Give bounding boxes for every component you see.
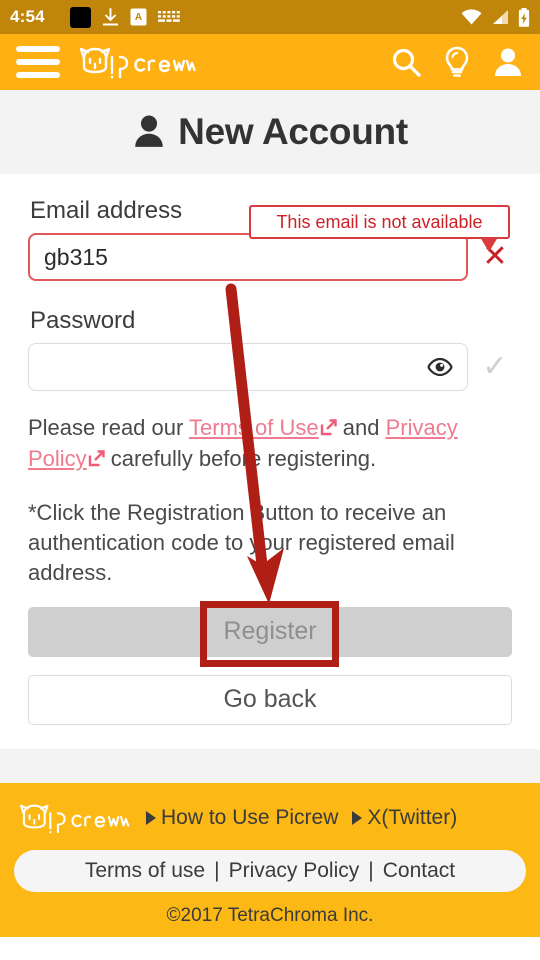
screenshot-a-icon: A (130, 8, 147, 26)
footer-link-label: X(Twitter) (367, 805, 458, 829)
email-error-tooltip: This email is not available (249, 205, 510, 252)
status-bar-left: 4:54 A (10, 6, 461, 28)
password-label: Password (30, 307, 136, 334)
picrew-logo[interactable] (74, 44, 198, 80)
grey-divider-band (0, 748, 540, 783)
person-icon[interactable] (492, 46, 524, 78)
status-bar: 4:54 A (0, 0, 540, 34)
cellular-signal-icon (493, 10, 508, 24)
register-button[interactable]: Register (28, 606, 512, 657)
footer-separator: | (214, 858, 220, 882)
footer-link-twitter[interactable]: X(Twitter) (352, 806, 457, 830)
password-input[interactable] (28, 343, 468, 391)
battery-charging-icon (518, 7, 530, 27)
footer-link-row: How to Use Picrew X(Twitter) (14, 801, 526, 835)
copyright-text: ©2017 TetraChroma Inc. (166, 904, 374, 926)
footer-terms-of-use-link[interactable]: Terms of use (85, 859, 205, 883)
download-icon (102, 7, 118, 25)
page-title-band: New Account (0, 90, 540, 175)
terms-paragraph: Please read our Terms of Use and Privacy… (28, 413, 512, 476)
eye-icon[interactable] (427, 358, 453, 376)
email-input[interactable]: gb315 (28, 233, 468, 281)
person-icon (135, 115, 163, 147)
email-field-row: gb315 ✕ (28, 233, 512, 281)
lightbulb-icon[interactable] (442, 46, 472, 78)
search-icon[interactable] (390, 46, 422, 78)
wifi-icon (461, 9, 482, 25)
svg-text:A: A (135, 12, 142, 23)
footer-link-label: How to Use Picrew (161, 805, 339, 829)
terms-of-use-link[interactable]: Terms of Use (189, 415, 319, 440)
password-field-row: ✓ (28, 343, 512, 391)
checkmark-icon: ✓ (482, 350, 508, 383)
triangle-right-icon (146, 810, 156, 825)
status-bar-clock: 4:54 (10, 7, 45, 26)
go-back-button[interactable]: Go back (28, 674, 512, 725)
page-title: New Account (178, 111, 408, 152)
external-link-icon[interactable] (88, 445, 105, 475)
footer-privacy-policy-link[interactable]: Privacy Policy (229, 859, 360, 883)
picrew-logo-icon (79, 47, 196, 79)
terms-text-middle: and (336, 415, 386, 440)
terms-text-after: carefully before registering. (104, 446, 377, 472)
page-footer: How to Use Picrew X(Twitter) Terms of us… (0, 782, 540, 937)
registration-form: Email address gb315 ✕ Password ✓ Please … (0, 175, 540, 725)
app-header (0, 34, 540, 90)
email-error-text: This email is not available (276, 211, 483, 232)
content-bottom-gap (0, 724, 540, 749)
black-square-icon (69, 6, 91, 28)
footer-separator: | (368, 858, 374, 882)
footer-contact-link[interactable]: Contact (383, 859, 455, 883)
email-input-value: gb315 (44, 243, 108, 270)
footer-link-how-to-use[interactable]: How to Use Picrew (146, 806, 338, 830)
status-bar-right (461, 7, 530, 27)
keyboard-icon (157, 10, 180, 22)
triangle-right-icon (352, 810, 363, 825)
terms-text-before: Please read our (28, 415, 190, 440)
picrew-footer-logo[interactable] (14, 801, 132, 835)
external-link-icon[interactable] (320, 414, 337, 444)
footer-legal-pill: Terms of use | Privacy Policy | Contact (14, 849, 526, 892)
registration-note: *Click the Registration Button to receiv… (28, 499, 455, 586)
hamburger-menu-icon[interactable] (16, 46, 60, 78)
